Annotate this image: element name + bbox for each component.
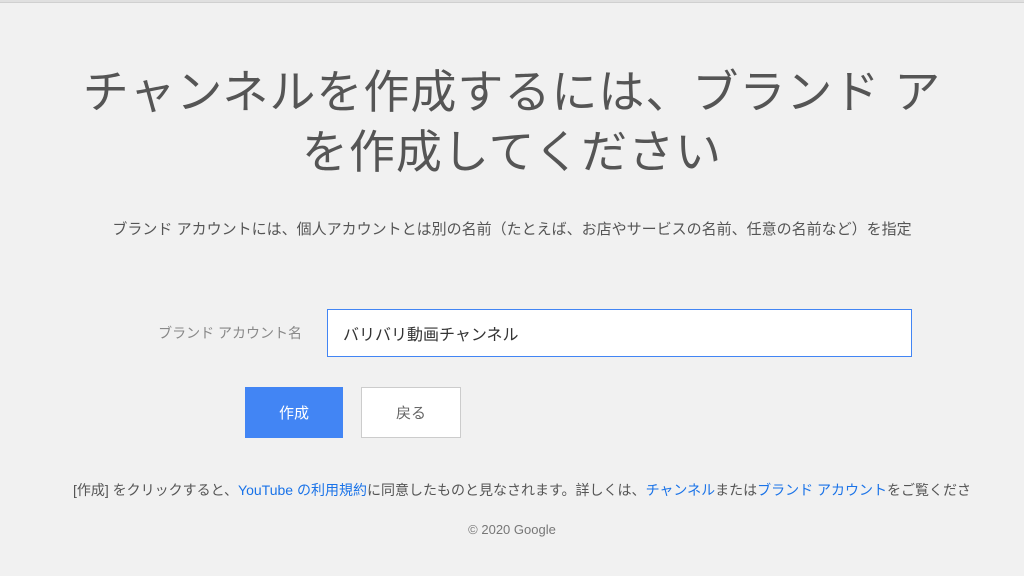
page-description: ブランド アカウントには、個人アカウントとは別の名前（たとえば、お店やサービスの… bbox=[0, 218, 1024, 239]
create-button[interactable]: 作成 bbox=[245, 387, 343, 438]
notice-text3: または bbox=[715, 482, 757, 498]
notice-text1: [作成] をクリックすると、 bbox=[73, 482, 238, 498]
brand-account-name-input[interactable] bbox=[327, 309, 912, 357]
channel-link[interactable]: チャンネル bbox=[646, 482, 716, 498]
button-row: 作成 戻る bbox=[0, 387, 1024, 438]
brand-account-name-label: ブランド アカウント名 bbox=[112, 323, 302, 343]
page-heading-line1: チャンネルを作成するには、ブランド ア bbox=[0, 63, 1024, 123]
notice-text4: をご覧くださ bbox=[887, 482, 971, 498]
brand-account-link[interactable]: ブランド アカウント bbox=[757, 482, 887, 498]
footer-notice: [作成] をクリックすると、YouTube の利用規約に同意したものと見なされま… bbox=[0, 480, 1024, 500]
copyright: © 2020 Google bbox=[0, 522, 1024, 537]
page-heading-line2: を作成してください bbox=[0, 123, 1024, 183]
notice-text2: に同意したものと見なされます。詳しくは、 bbox=[367, 482, 646, 498]
form-row: ブランド アカウント名 bbox=[0, 309, 1024, 357]
back-button[interactable]: 戻る bbox=[361, 387, 461, 438]
main-content: チャンネルを作成するには、ブランド ア を作成してください ブランド アカウント… bbox=[0, 3, 1024, 537]
youtube-terms-link[interactable]: YouTube の利用規約 bbox=[238, 482, 367, 498]
